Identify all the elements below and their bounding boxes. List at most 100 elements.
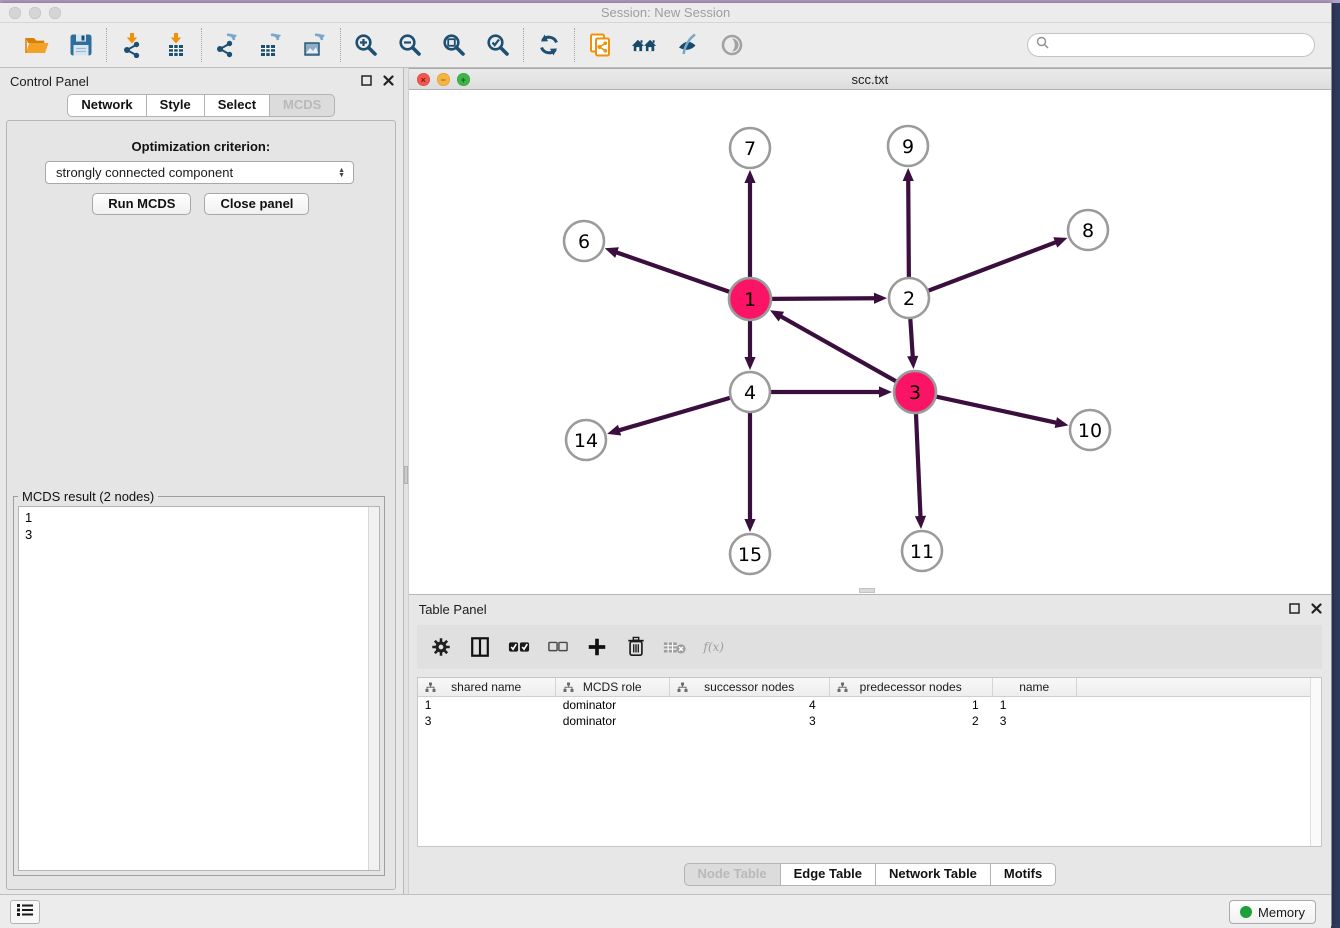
unselect-all-icon[interactable] xyxy=(546,635,570,659)
zoom-out-icon[interactable] xyxy=(397,32,423,58)
export-network-icon[interactable] xyxy=(214,32,240,58)
gear-icon[interactable] xyxy=(429,635,453,659)
tab-network-table[interactable]: Network Table xyxy=(876,863,991,886)
tab-style[interactable]: Style xyxy=(147,94,205,117)
svg-text:1: 1 xyxy=(744,289,756,311)
graph-node-6[interactable]: 6 xyxy=(564,221,604,261)
graph-node-3[interactable]: 3 xyxy=(894,371,936,413)
node-table: shared nameMCDS rolesuccessor nodesprede… xyxy=(417,677,1322,847)
graph-edge-1-6[interactable] xyxy=(616,252,729,292)
graph-node-7[interactable]: 7 xyxy=(730,128,770,168)
table-float-icon[interactable] xyxy=(1288,602,1301,615)
columns-icon[interactable] xyxy=(468,635,492,659)
add-column-icon[interactable] xyxy=(585,635,609,659)
refresh-icon[interactable] xyxy=(536,32,562,58)
graph-edge-2-9[interactable] xyxy=(908,180,909,277)
network-canvas[interactable]: 7 9 6 8 1 2 4 3 14 10 15 11 xyxy=(409,90,1331,593)
graph-edge-2-3[interactable] xyxy=(910,319,912,357)
graph-edge-2-8[interactable] xyxy=(928,242,1056,290)
tab-select[interactable]: Select xyxy=(205,94,270,117)
svg-text:f(x): f(x) xyxy=(702,640,724,654)
status-bar: Memory xyxy=(0,894,1331,928)
table-cell[interactable]: 2 xyxy=(830,713,993,729)
optimization-criterion-select[interactable]: strongly connected component ▲▼ xyxy=(45,161,354,184)
memory-button[interactable]: Memory xyxy=(1229,900,1316,924)
graph-edge-3-10[interactable] xyxy=(936,397,1056,423)
open-folder-icon[interactable] xyxy=(24,32,50,58)
table-cell[interactable]: dominator xyxy=(556,697,670,713)
svg-text:14: 14 xyxy=(574,430,598,452)
mcds-result-area[interactable]: 13 xyxy=(18,506,380,871)
graph-node-15[interactable]: 15 xyxy=(730,534,770,574)
table-cell[interactable]: dominator xyxy=(556,713,670,729)
table-cell[interactable]: 3 xyxy=(993,713,1077,729)
save-icon[interactable] xyxy=(68,32,94,58)
result-scrollbar[interactable] xyxy=(368,507,379,870)
table-cell[interactable]: 3 xyxy=(418,713,556,729)
column-header-MCDS-role[interactable]: MCDS role xyxy=(556,678,670,696)
graph-edge-3-11[interactable] xyxy=(916,414,921,517)
zoom-in-icon[interactable] xyxy=(353,32,379,58)
delete-column-icon[interactable] xyxy=(624,635,648,659)
table-row[interactable]: 1dominator411 xyxy=(418,697,1321,713)
table-row[interactable]: 3dominator323 xyxy=(418,713,1321,729)
graph-node-11[interactable]: 11 xyxy=(902,531,942,571)
graph-edge-1-2[interactable] xyxy=(772,298,875,299)
list-icon xyxy=(17,903,33,922)
canvas-splitter-grip[interactable] xyxy=(859,588,875,593)
graph-node-14[interactable]: 14 xyxy=(566,420,606,460)
graph-node-8[interactable]: 8 xyxy=(1068,210,1108,250)
graph-node-10[interactable]: 10 xyxy=(1070,410,1110,450)
toolbar-group xyxy=(341,32,523,58)
zoom-selected-icon[interactable] xyxy=(485,32,511,58)
application-window: Session: New Session Control Panel xyxy=(0,3,1332,926)
table-panel: Table Panel f(x) shared nameMCDS rolesuc… xyxy=(409,594,1331,894)
search-box[interactable] xyxy=(1027,33,1315,57)
column-header-name[interactable]: name xyxy=(993,678,1077,696)
search-input[interactable] xyxy=(1054,38,1306,53)
table-scrollbar[interactable] xyxy=(1310,678,1321,846)
export-image-icon[interactable] xyxy=(302,32,328,58)
graph-edge-arrowhead xyxy=(915,516,926,529)
graph-node-1[interactable]: 1 xyxy=(729,278,771,320)
import-network-icon[interactable] xyxy=(119,32,145,58)
select-all-icon[interactable] xyxy=(507,635,531,659)
tab-edge-table[interactable]: Edge Table xyxy=(781,863,876,886)
first-neighbors-icon[interactable] xyxy=(631,32,657,58)
graph-node-2[interactable]: 2 xyxy=(889,278,929,318)
right-pane: × − + scc.txt 7968124314101511 Table Pan… xyxy=(409,68,1331,894)
close-panel-button[interactable]: Close panel xyxy=(204,193,309,215)
column-header-shared-name[interactable]: shared name xyxy=(418,678,556,696)
run-mcds-button[interactable]: Run MCDS xyxy=(92,193,191,215)
table-close-icon[interactable] xyxy=(1310,602,1323,615)
graph-edge-arrowhead xyxy=(744,357,755,370)
network-file-title: scc.txt xyxy=(409,72,1331,87)
tab-node-table[interactable]: Node Table xyxy=(684,863,781,886)
task-history-button[interactable] xyxy=(10,900,40,924)
tab-motifs[interactable]: Motifs xyxy=(991,863,1056,886)
hide-graphics-icon[interactable] xyxy=(675,32,701,58)
graph-edge-4-14[interactable] xyxy=(618,398,729,431)
splitter-grip[interactable] xyxy=(404,466,408,484)
table-cell[interactable]: 1 xyxy=(418,697,556,713)
graph-node-9[interactable]: 9 xyxy=(888,126,928,166)
graph-node-4[interactable]: 4 xyxy=(730,372,770,412)
copy-network-icon[interactable] xyxy=(587,32,613,58)
table-cell[interactable]: 1 xyxy=(993,697,1077,713)
float-panel-icon[interactable] xyxy=(360,74,373,87)
tab-network[interactable]: Network xyxy=(67,94,146,117)
import-table-icon[interactable] xyxy=(163,32,189,58)
svg-text:10: 10 xyxy=(1078,420,1102,442)
tab-mcds[interactable]: MCDS xyxy=(270,94,335,117)
graph-edge-3-1[interactable] xyxy=(780,316,895,381)
export-table-icon[interactable] xyxy=(258,32,284,58)
fx-icon: f(x) xyxy=(702,635,726,659)
table-cell[interactable]: 4 xyxy=(670,697,830,713)
close-panel-icon[interactable] xyxy=(382,74,395,87)
graph-edge-arrowhead xyxy=(1054,417,1068,428)
column-header-successor-nodes[interactable]: successor nodes xyxy=(670,678,830,696)
zoom-fit-icon[interactable] xyxy=(441,32,467,58)
table-cell[interactable]: 1 xyxy=(830,697,993,713)
column-header-predecessor-nodes[interactable]: predecessor nodes xyxy=(830,678,993,696)
table-cell[interactable]: 3 xyxy=(670,713,830,729)
